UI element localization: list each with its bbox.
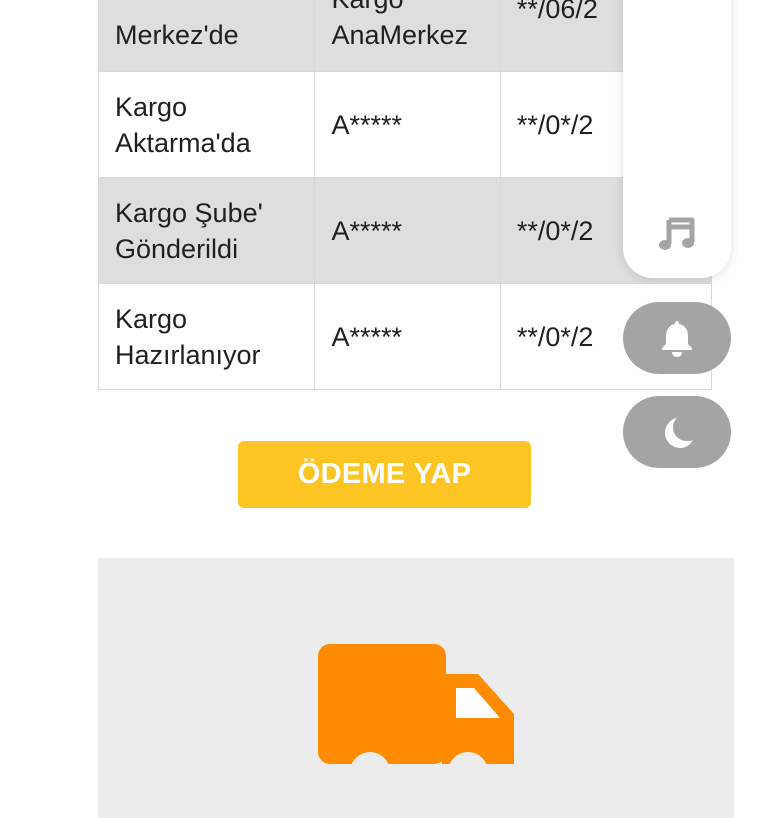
table-row: Kargo Aktarma'da A***** **/0*/2 <box>97 71 713 178</box>
bell-icon <box>662 321 692 357</box>
tracking-table: Merkez'de Kargo AnaMerkez **/06/2 Kargo … <box>97 0 713 390</box>
location-cell: A***** <box>314 71 501 178</box>
status-cell: Kargo Aktarma'da <box>97 71 316 178</box>
location-cell: A***** <box>314 283 501 390</box>
table-row: Merkez'de Kargo AnaMerkez **/06/2 <box>97 0 713 72</box>
status-cell: Merkez'de <box>97 0 316 72</box>
night-mode-toggle[interactable] <box>623 396 731 468</box>
location-cell: Kargo AnaMerkez <box>314 0 501 72</box>
pay-button[interactable]: ÖDEME YAP <box>238 441 531 508</box>
location-cell: A***** <box>314 177 501 284</box>
promo-banner <box>98 558 734 818</box>
music-icon[interactable] <box>659 216 695 252</box>
notification-toggle[interactable] <box>623 302 731 374</box>
floating-side-panel <box>623 0 731 278</box>
status-cell: Kargo Şube' Gönderildi <box>97 177 316 284</box>
status-cell: Kargo Hazırlanıyor <box>97 283 316 390</box>
truck-icon <box>318 644 514 784</box>
table-row: Kargo Hazırlanıyor A***** **/0*/2 <box>97 283 713 390</box>
moon-icon <box>665 417 693 448</box>
table-row: Kargo Şube' Gönderildi A***** **/0*/2 <box>97 177 713 284</box>
